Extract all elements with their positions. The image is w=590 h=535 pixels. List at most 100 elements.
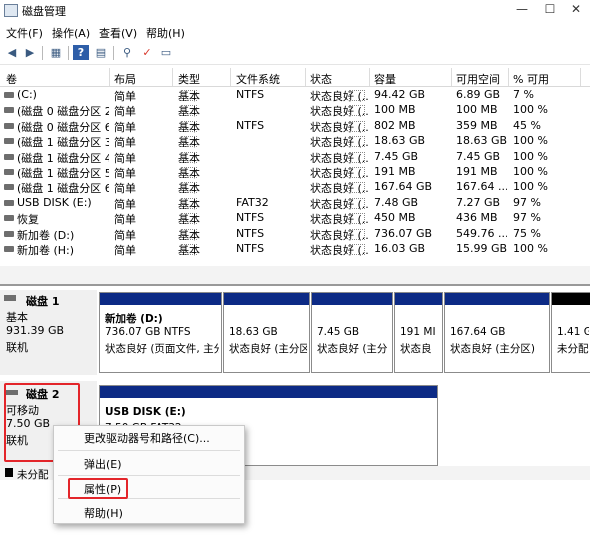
column-divider[interactable] <box>580 68 581 86</box>
menu-help[interactable]: 帮助(H) <box>84 505 123 521</box>
disk-1-label[interactable]: 磁盘 1 基本 931.39 GB 联机 <box>0 290 97 375</box>
table-cell: NTFS <box>236 118 265 132</box>
column-divider[interactable] <box>369 68 370 86</box>
column-header-layout[interactable]: 布局 <box>114 71 136 87</box>
menu-separator <box>58 450 240 451</box>
back-icon[interactable]: ◀ <box>4 45 20 60</box>
table-cell: 45 % <box>513 118 541 132</box>
column-header-percent-free[interactable]: % 可用 <box>513 71 549 87</box>
partition-unallocated[interactable]: 1.41 G 未分配 <box>551 292 590 373</box>
volume-icon <box>4 184 14 191</box>
volume-icon <box>4 215 14 222</box>
table-cell: 436 MB <box>456 211 498 225</box>
table-cell: (C:) <box>17 88 37 101</box>
menu-action[interactable]: 操作(A) <box>52 25 90 41</box>
status-dots-icon <box>349 167 365 178</box>
maximize-button[interactable]: ☐ <box>540 1 560 17</box>
partition-color-bar <box>100 386 437 398</box>
column-header-capacity[interactable]: 容量 <box>374 71 396 87</box>
table-cell: 802 MB <box>374 118 416 132</box>
status-dots-icon <box>181 182 197 194</box>
status-dots-icon <box>181 213 197 225</box>
properties-icon[interactable]: ⚲ <box>119 45 135 60</box>
pane-splitter[interactable] <box>0 284 590 286</box>
status-dots-icon <box>349 120 365 132</box>
partition-status: 状态良好 (主分区 <box>229 343 307 355</box>
volume-icon <box>4 246 14 252</box>
column-divider[interactable] <box>109 68 110 86</box>
table-row[interactable]: 新加卷 (H:) 简单 基本 NTFS 状态良好 (... 16.03 GB 15.99 G… <box>0 241 590 257</box>
table-cell: NTFS <box>236 211 265 225</box>
partition-name: USB DISK (E:) <box>105 406 186 418</box>
volume-icon <box>4 199 14 206</box>
table-cell: NTFS <box>236 242 265 255</box>
menu-file[interactable]: 文件(F) <box>6 25 43 41</box>
toolbar: ◀ ▶ ▦ ? ▤ ⚲ ✓ ▭ <box>0 42 590 65</box>
window-icon[interactable]: ▭ <box>158 45 174 60</box>
column-divider[interactable] <box>451 68 452 86</box>
volume-icon <box>4 169 14 175</box>
partition-color-bar <box>552 293 590 305</box>
status-dots-icon <box>181 90 197 101</box>
table-cell: 7.27 GB <box>456 195 501 209</box>
status-dots-icon <box>181 167 197 178</box>
column-divider[interactable] <box>172 68 173 86</box>
table-row[interactable]: (磁盘 0 磁盘分区 2) 简单 基本 状态良好 (... 100 MB 100 MB 10… <box>0 102 590 118</box>
table-row[interactable]: 恢复 简单 基本 NTFS 状态良好 (... 450 MB 436 MB 97 % <box>0 210 590 226</box>
column-header-filesystem[interactable]: 文件系统 <box>236 71 280 87</box>
table-cell: 100 % <box>513 242 548 255</box>
table-row[interactable]: (磁盘 1 磁盘分区 4) 简单 基本 状态良好 (... 7.45 GB 7.45 GB… <box>0 149 590 165</box>
volume-icon <box>4 153 14 160</box>
menu-eject[interactable]: 弹出(E) <box>84 456 122 472</box>
partition-color-bar <box>100 293 221 305</box>
partition-size: 7.45 GB <box>317 326 360 338</box>
partition[interactable]: 18.63 GB 状态良好 (主分区 <box>223 292 310 373</box>
menu-change-drive-letter[interactable]: 更改驱动器号和路径(C)... <box>84 430 210 446</box>
column-header-type[interactable]: 类型 <box>178 71 200 87</box>
table-row[interactable]: (C:) 简单 基本 NTFS 状态良好 (... 94.42 GB 6.89 GB 7 % <box>0 87 590 103</box>
disk-management-app-icon <box>4 4 18 17</box>
menu-help[interactable]: 帮助(H) <box>146 25 185 41</box>
status-dots-icon <box>349 90 365 101</box>
column-header-volume[interactable]: 卷 <box>6 71 17 87</box>
partition-color-bar <box>312 293 392 305</box>
table-row[interactable]: (磁盘 1 磁盘分区 6) 简单 基本 状态良好 (... 167.64 GB 167.6… <box>0 179 590 195</box>
disk-kind: 基本 <box>6 311 28 324</box>
partition[interactable]: 167.64 GB 状态良好 (主分区) <box>444 292 550 373</box>
partition-status: 状态良 <box>400 343 432 355</box>
table-cell: 18.63 GB <box>374 134 426 148</box>
column-divider[interactable] <box>230 68 231 86</box>
minimize-button[interactable]: — <box>512 1 532 17</box>
column-divider[interactable] <box>305 68 306 86</box>
table-row[interactable]: USB DISK (E:) 简单 基本 FAT32 状态良好 (... 7.48 GB 7.… <box>0 195 590 211</box>
table-cell: 450 MB <box>374 211 416 225</box>
column-header-free-space[interactable]: 可用空间 <box>456 71 500 87</box>
table-cell: 新加卷 (H:) <box>17 244 75 257</box>
console-icon[interactable]: ▦ <box>48 45 64 60</box>
table-row[interactable]: (磁盘 0 磁盘分区 6) 简单 基本 NTFS 状态良好 (... 802 MB 359 … <box>0 118 590 134</box>
partition[interactable]: 191 MI 状态良 <box>394 292 443 373</box>
partition-status: 状态良好 (页面文件, 主分 <box>105 343 219 355</box>
table-cell: 15.99 GB <box>456 242 507 255</box>
table-cell: 167.64 ... <box>456 180 507 194</box>
help-icon[interactable]: ? <box>73 45 89 60</box>
table-row[interactable]: 新加卷 (D:) 简单 基本 NTFS 状态良好 (... 736.07 GB 549.76… <box>0 226 590 242</box>
table-row[interactable]: (磁盘 1 磁盘分区 3) 简单 基本 状态良好 (... 18.63 GB 18.63 … <box>0 133 590 149</box>
column-header-status[interactable]: 状态 <box>310 71 332 87</box>
menu-view[interactable]: 查看(V) <box>99 25 137 41</box>
partition-color-bar <box>445 293 549 305</box>
check-icon[interactable]: ✓ <box>139 45 155 60</box>
volume-icon <box>4 230 14 237</box>
column-divider[interactable] <box>508 68 509 86</box>
disk-icon[interactable]: ▤ <box>93 45 109 60</box>
close-button[interactable]: ✕ <box>566 1 586 17</box>
window-title: 磁盘管理 <box>22 5 66 18</box>
partition[interactable]: 7.45 GB 状态良好 (主分 <box>311 292 393 373</box>
partition-status: 状态良好 (主分区) <box>450 343 536 355</box>
table-row[interactable]: (磁盘 1 磁盘分区 5) 简单 基本 状态良好 (... 191 MB 191 MB 10… <box>0 164 590 180</box>
partition-name: 新加卷 (D:) <box>105 313 163 325</box>
table-cell: 191 MB <box>456 165 498 178</box>
forward-icon[interactable]: ▶ <box>22 45 38 60</box>
partition[interactable]: 新加卷 (D:) 736.07 GB NTFS 状态良好 (页面文件, 主分 <box>99 292 222 373</box>
table-cell: 100 MB <box>374 103 416 117</box>
